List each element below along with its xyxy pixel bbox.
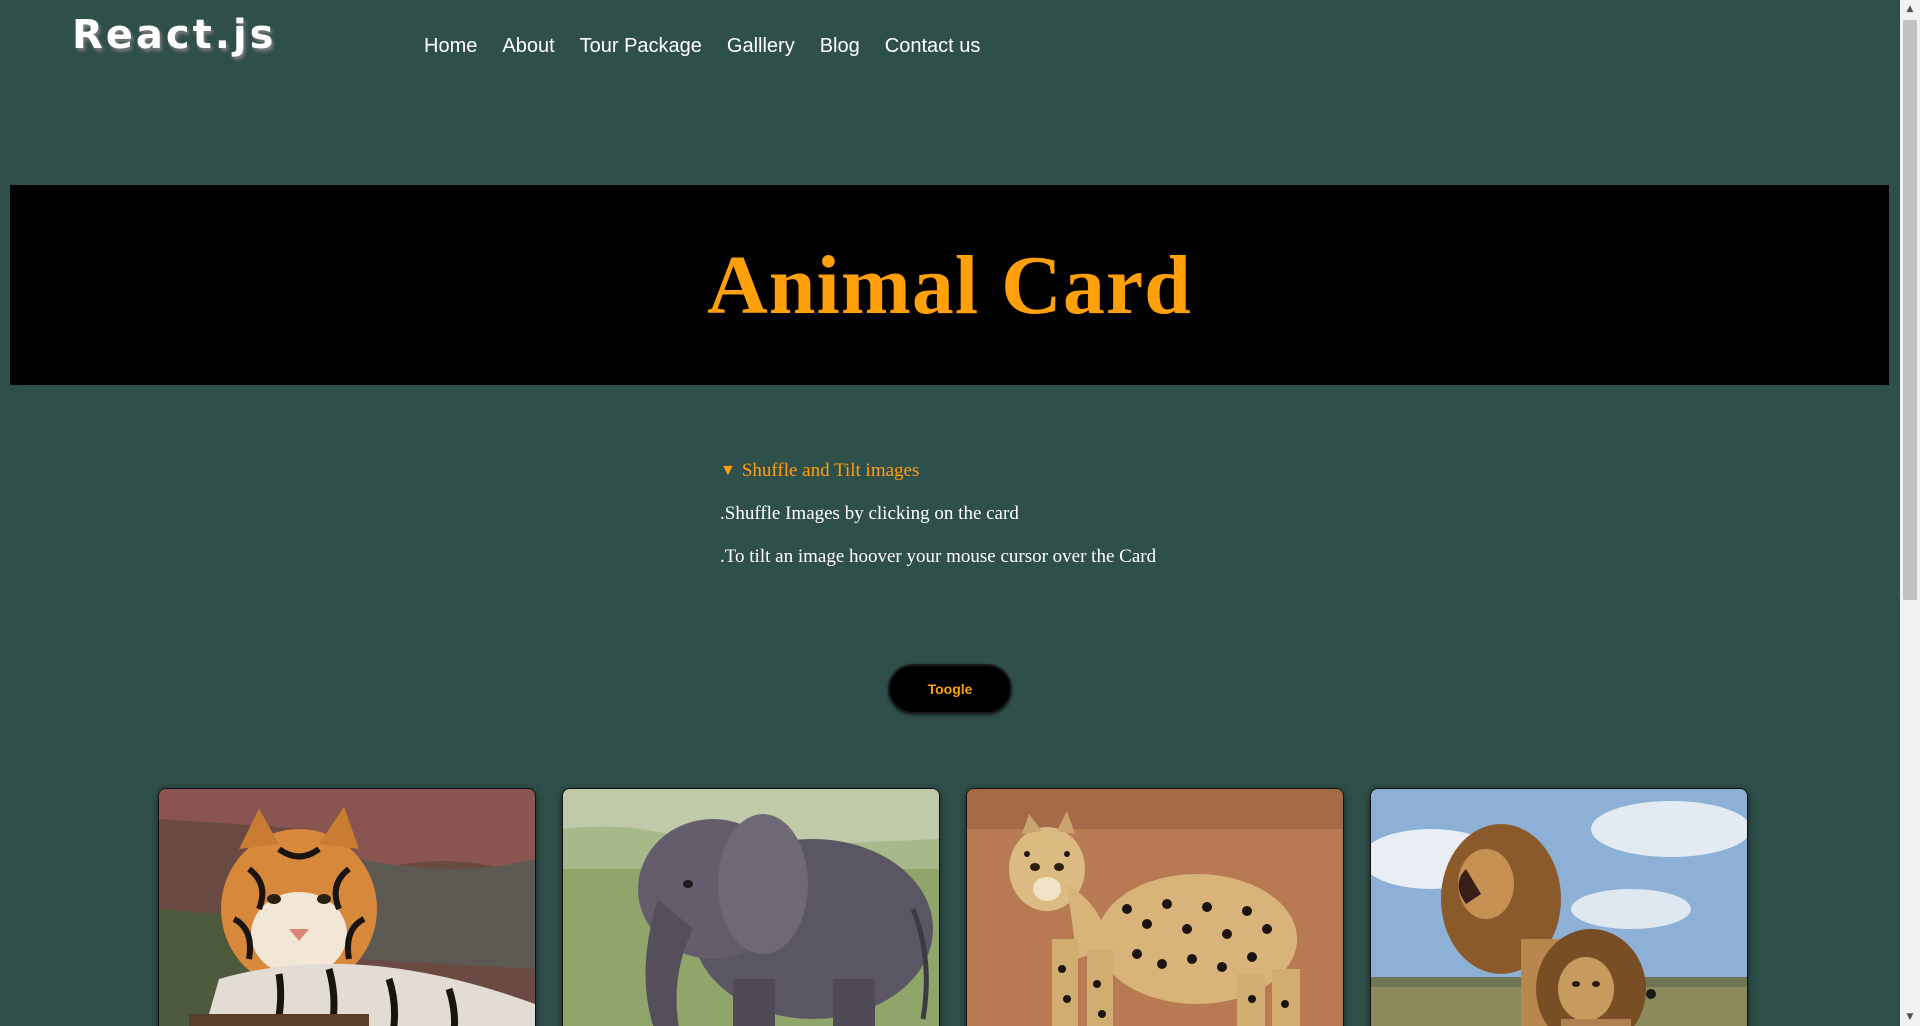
animal-card-tiger[interactable] xyxy=(158,788,536,1026)
main-nav: Home About Tour Package Galllery Blog Co… xyxy=(424,32,980,60)
nav-blog[interactable]: Blog xyxy=(820,32,860,60)
toggle-button[interactable]: Toogle xyxy=(888,664,1012,714)
animal-card-elephant[interactable] xyxy=(562,788,940,1026)
page-title: Animal Card xyxy=(707,238,1192,332)
scroll-down-arrow-icon[interactable]: ▼ xyxy=(1900,1008,1920,1026)
nav-tour-package[interactable]: Tour Package xyxy=(580,32,702,60)
hero-banner: Animal Card xyxy=(10,185,1889,385)
nav-contact-us[interactable]: Contact us xyxy=(885,32,981,60)
leopard-image xyxy=(967,789,1343,1026)
animal-card-lions[interactable] xyxy=(1370,788,1748,1026)
animal-card-grid xyxy=(158,788,1748,1026)
lions-image xyxy=(1371,789,1747,1026)
details-summary-label: Shuffle and Tilt images xyxy=(741,460,920,481)
tiger-image xyxy=(159,789,535,1026)
nav-about[interactable]: About xyxy=(502,32,554,60)
details-summary[interactable]: ▼ Shuffle and Tilt images xyxy=(720,458,1156,484)
elephant-image xyxy=(563,789,939,1026)
nav-gallery[interactable]: Galllery xyxy=(727,32,795,60)
site-logo[interactable]: React.js xyxy=(72,12,276,58)
triangle-down-icon: ▼ xyxy=(720,462,736,479)
shuffle-tilt-details: ▼ Shuffle and Tilt images .Shuffle Image… xyxy=(720,458,1156,570)
animal-card-leopard[interactable] xyxy=(966,788,1344,1026)
details-line-shuffle: .Shuffle Images by clicking on the card xyxy=(720,503,1019,524)
scrollbar-thumb[interactable] xyxy=(1903,20,1917,600)
scroll-up-arrow-icon[interactable]: ▲ xyxy=(1900,0,1920,18)
details-line-tilt: .To tilt an image hoover your mouse curs… xyxy=(720,546,1157,567)
nav-home[interactable]: Home xyxy=(424,32,477,60)
vertical-scrollbar[interactable]: ▲ ▼ xyxy=(1900,0,1920,1026)
